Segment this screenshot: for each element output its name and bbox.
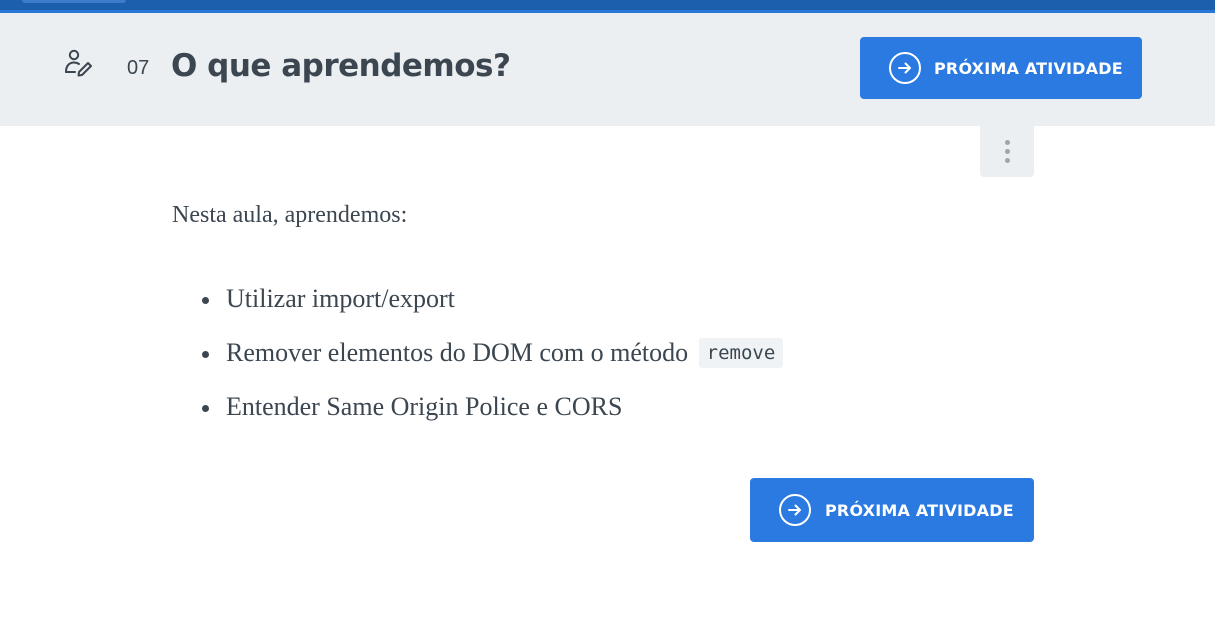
more-vertical-icon-dot xyxy=(1004,149,1010,154)
list-item: Remover elementos do DOM com o método re… xyxy=(202,338,784,392)
bullet-dot xyxy=(202,351,209,358)
activity-content: Nesta aula, aprendemos: Utilizar import/… xyxy=(172,196,1032,421)
arrow-right-circle-icon xyxy=(779,494,811,526)
next-activity-label: PRÓXIMA ATIVIDADE xyxy=(934,58,1123,78)
next-activity-button-bottom[interactable]: PRÓXIMA ATIVIDADE xyxy=(750,478,1034,542)
arrow-right-circle-icon xyxy=(889,52,921,84)
bullet-dot xyxy=(202,297,209,304)
next-activity-label: PRÓXIMA ATIVIDADE xyxy=(825,500,1014,520)
list-item-text: Entender Same Origin Police e CORS xyxy=(226,392,623,421)
inline-code: remove xyxy=(698,338,784,368)
list-item: Entender Same Origin Police e CORS xyxy=(202,392,783,446)
more-options-button[interactable] xyxy=(980,126,1034,177)
list-item-text: Remover elementos do DOM com o método xyxy=(226,338,689,367)
bullet-dot xyxy=(202,405,209,412)
learning-list: Utilizar import/export Remover elementos… xyxy=(202,284,784,446)
list-item: Utilizar import/export xyxy=(202,284,783,338)
activity-number: 07 xyxy=(127,57,150,79)
more-vertical-icon-dot xyxy=(1004,158,1010,163)
top-tab-indicator[interactable] xyxy=(22,0,126,3)
task-person-pencil-icon xyxy=(65,49,92,77)
more-vertical-icon xyxy=(1004,140,1010,145)
intro-text: Nesta aula, aprendemos: xyxy=(172,202,408,228)
next-activity-button-top[interactable]: PRÓXIMA ATIVIDADE xyxy=(860,37,1142,99)
activity-header: 07 O que aprendemos? PRÓXIMA ATIVIDADE xyxy=(0,13,1215,126)
top-navigation-bar xyxy=(0,0,1215,13)
list-item-text: Utilizar import/export xyxy=(226,284,455,313)
page-title: O que aprendemos? xyxy=(171,48,511,84)
